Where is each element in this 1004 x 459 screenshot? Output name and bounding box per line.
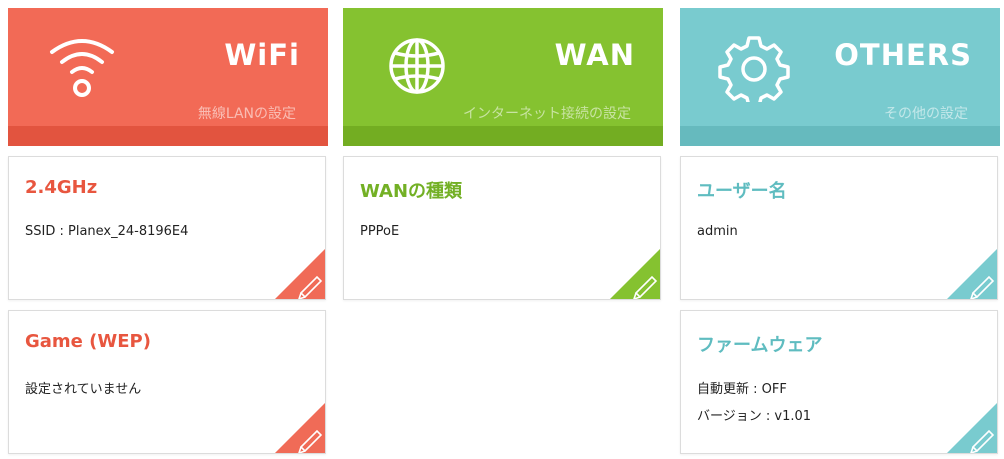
edit-corner[interactable] [610,249,660,299]
firmware-card[interactable]: ファームウェア 自動更新 : OFF バージョン : v1.01 [680,310,998,454]
ssid-value: SSID : Planex_24-8196E4 [25,224,189,239]
edit-corner[interactable] [275,403,325,453]
status-text: 設定されていません [25,382,142,397]
wan-type-card[interactable]: WANの種類 PPPoE [343,156,661,300]
header-band [680,126,1000,146]
header-title: WiFi [224,38,300,72]
auto-update-value: 自動更新 : OFF [697,382,787,397]
edit-corner[interactable] [275,249,325,299]
header-subtitle: 無線LANの設定 [197,106,296,122]
wifi-header-tile[interactable]: WiFi 無線LANの設定 [8,8,328,146]
header-band [8,126,328,146]
pencil-icon [947,249,997,299]
gear-icon [718,36,790,102]
edit-corner[interactable] [947,249,997,299]
wifi-icon [50,39,114,97]
card-title: WANの種類 [360,181,463,202]
edit-corner[interactable] [947,403,997,453]
pencil-icon [610,249,660,299]
globe-icon [389,38,445,94]
wan-header-tile[interactable]: WAN インターネット接続の設定 [343,8,663,146]
user-name-value: admin [697,224,738,239]
wifi-game-card[interactable]: Game (WEP) 設定されていません [8,310,326,454]
version-value: バージョン : v1.01 [697,409,812,424]
card-title: 2.4GHz [25,177,98,198]
card-title: ユーザー名 [697,181,787,202]
header-subtitle: その他の設定 [884,106,968,122]
card-title: Game (WEP) [25,331,151,352]
wifi-24ghz-card[interactable]: 2.4GHz SSID : Planex_24-8196E4 [8,156,326,300]
header-subtitle: インターネット接続の設定 [463,106,631,122]
pencil-icon [947,403,997,453]
card-title: ファームウェア [697,335,823,356]
header-band [343,126,663,146]
header-title: WAN [554,38,635,72]
wan-type-value: PPPoE [360,224,400,239]
pencil-icon [275,403,325,453]
pencil-icon [275,249,325,299]
others-header-tile[interactable]: OTHERS その他の設定 [680,8,1000,146]
header-title: OTHERS [834,38,972,72]
user-name-card[interactable]: ユーザー名 admin [680,156,998,300]
